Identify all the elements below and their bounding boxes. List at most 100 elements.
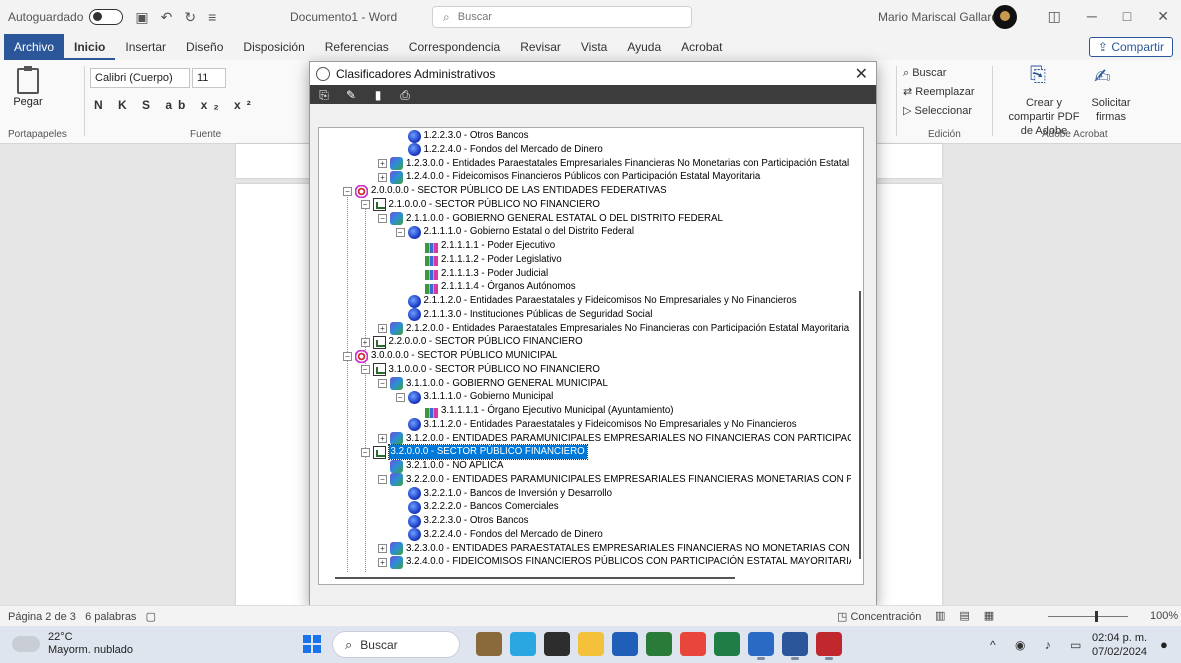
- search-input[interactable]: ⌕ Buscar: [432, 6, 692, 28]
- tree-node[interactable]: − 3.1.1.0.0 - GOBIERNO GENERAL MUNICIPAL: [378, 377, 608, 391]
- autosave-toggle[interactable]: [89, 9, 124, 25]
- maximize-icon[interactable]: □: [1123, 8, 1131, 25]
- tree-node-label[interactable]: 2.1.1.1.4 - Órganos Autónomos: [441, 280, 576, 294]
- notification-icon[interactable]: ●: [1160, 637, 1168, 652]
- tree-node[interactable]: − 3.2.0.0.0 - SECTOR PÚBLICO FINANCIERO: [360, 444, 588, 461]
- tree-node-label[interactable]: 3.0.0.0.0 - SECTOR PÚBLICO MUNICIPAL: [371, 349, 557, 363]
- tree-node-label[interactable]: 1.2.2.3.0 - Otros Bancos: [424, 129, 529, 143]
- find-button[interactable]: ⌕ Buscar: [903, 64, 975, 83]
- replace-button[interactable]: ⇄ Reemplazar: [903, 83, 975, 102]
- tree-node[interactable]: +2.2.0.0.0 - SECTOR PÚBLICO FINANCIERO: [360, 335, 583, 349]
- edit-icon[interactable]: ✎: [345, 88, 357, 102]
- delete-icon[interactable]: ▮: [372, 88, 384, 102]
- tree-node-label[interactable]: 3.2.2.3.0 - Otros Bancos: [424, 514, 529, 528]
- new-icon[interactable]: ⎘: [318, 88, 330, 102]
- tree-node-label[interactable]: 1.2.4.0.0 - Fideicomisos Financieros Púb…: [406, 170, 760, 184]
- expand-icon[interactable]: +: [378, 434, 387, 443]
- tab-revisar[interactable]: Revisar: [510, 34, 571, 60]
- save-icon[interactable]: ▣: [135, 9, 148, 26]
- share-button[interactable]: ⇪ Compartir: [1088, 37, 1173, 57]
- tree-node[interactable]: − 2.1.1.0.0 - GOBIERNO GENERAL ESTATAL O …: [378, 212, 723, 226]
- undo-icon[interactable]: ↶: [161, 9, 173, 26]
- tree-node-label[interactable]: 3.1.1.2.0 - Entidades Paraestatales y Fi…: [424, 418, 797, 432]
- print-icon[interactable]: ⎙: [399, 88, 411, 102]
- app-icon[interactable]: [748, 632, 774, 660]
- redo-icon[interactable]: ↻: [184, 9, 196, 26]
- collapse-icon[interactable]: −: [378, 475, 387, 485]
- tree-node-label[interactable]: 2.0.0.0.0 - SECTOR PÚBLICO DE LAS ENTIDA…: [371, 184, 667, 198]
- ribbon-display-icon[interactable]: ◫: [1048, 8, 1061, 25]
- tab-diseno[interactable]: Diseño: [176, 34, 233, 60]
- tree-node[interactable]: − 2.1.0.0.0 - SECTOR PÚBLICO NO FINANCIER…: [360, 198, 600, 212]
- weather-widget[interactable]: 22°C Mayorm. nublado: [12, 631, 133, 657]
- app-icon[interactable]: [510, 632, 536, 656]
- tree-node-label[interactable]: 3.2.2.2.0 - Bancos Comerciales: [424, 500, 559, 514]
- tree-node-label[interactable]: 3.2.0.0.0 - SECTOR PÚBLICO FINANCIERO: [387, 444, 588, 461]
- font-name-select[interactable]: Calibri (Cuerpo): [90, 68, 190, 88]
- app-icon[interactable]: [646, 632, 672, 656]
- tree-node[interactable]: 3.2.2.2.0 - Bancos Comerciales: [396, 500, 559, 514]
- tree-node[interactable]: +1.2.4.0.0 - Fideicomisos Financieros Pú…: [378, 170, 760, 184]
- tree-node[interactable]: 2.1.1.3.0 - Instituciones Públicas de Se…: [396, 308, 653, 322]
- tree-node-label[interactable]: 2.1.0.0.0 - SECTOR PÚBLICO NO FINANCIERO: [389, 198, 600, 212]
- tree-node-label[interactable]: 3.1.0.0.0 - SECTOR PÚBLICO NO FINANCIERO: [389, 363, 600, 377]
- tree-node-label[interactable]: 3.1.1.1.1 - Órgano Ejecutivo Municipal (…: [441, 404, 673, 418]
- tree-node[interactable]: − 3.0.0.0.0 - SECTOR PÚBLICO MUNICIPAL: [343, 349, 557, 363]
- tree-node[interactable]: 3.2.1.0.0 - NO APLICA: [378, 459, 503, 473]
- collapse-icon[interactable]: −: [378, 379, 387, 388]
- tab-referencias[interactable]: Referencias: [315, 34, 399, 60]
- tree-node-label[interactable]: 3.1.1.0.0 - GOBIERNO GENERAL MUNICIPAL: [406, 377, 608, 391]
- acrobat-icon[interactable]: [816, 632, 842, 660]
- tree-node[interactable]: 2.1.1.2.0 - Entidades Paraestatales y Fi…: [396, 294, 797, 308]
- horizontal-scroll-thumb[interactable]: [335, 577, 735, 579]
- tree-node[interactable]: 1.2.2.3.0 - Otros Bancos: [396, 129, 529, 143]
- tree-node-label[interactable]: 3.2.2.4.0 - Fondos del Mercado de Dinero: [424, 528, 603, 542]
- tab-insertar[interactable]: Insertar: [115, 34, 176, 60]
- tree-node[interactable]: +3.2.4.0.0 - FIDEICOMISOS FINANCIEROS PÚ…: [378, 555, 851, 569]
- tree-node[interactable]: − 3.1.0.0.0 - SECTOR PÚBLICO NO FINANCIER…: [360, 363, 600, 377]
- tab-acrobat[interactable]: Acrobat: [671, 34, 732, 60]
- format-buttons[interactable]: N K S ab x₂ x²: [94, 98, 257, 112]
- tree-node-label[interactable]: 3.2.2.0.0 - ENTIDADES PARAMUNICIPALES EM…: [406, 473, 851, 487]
- collapse-icon[interactable]: −: [360, 365, 370, 375]
- request-signature-icon[interactable]: ✍: [1094, 64, 1111, 89]
- expand-icon[interactable]: +: [378, 557, 387, 567]
- tab-inicio[interactable]: Inicio: [64, 34, 116, 60]
- excel-icon[interactable]: [714, 632, 740, 656]
- tree-node[interactable]: +3.2.3.0.0 - ENTIDADES PARAESTATALES EMP…: [378, 542, 851, 556]
- tab-disposicion[interactable]: Disposición: [233, 34, 314, 60]
- tree-node-label[interactable]: 2.1.1.3.0 - Instituciones Públicas de Se…: [424, 308, 653, 322]
- tree-node-label[interactable]: 3.2.4.0.0 - FIDEICOMISOS FINANCIEROS PÚB…: [406, 555, 851, 569]
- chrome-icon[interactable]: [680, 632, 706, 656]
- tree-node-label[interactable]: 2.2.0.0.0 - SECTOR PÚBLICO FINANCIERO: [389, 335, 583, 349]
- tree-node-label[interactable]: 2.1.1.1.2 - Poder Legislativo: [441, 253, 562, 267]
- tree-node[interactable]: − 3.1.1.1.0 - Gobierno Municipal: [395, 390, 554, 404]
- tree-node[interactable]: 2.1.1.1.1 - Poder Ejecutivo: [413, 239, 555, 253]
- tree-node-label[interactable]: 3.1.1.1.0 - Gobierno Municipal: [424, 390, 554, 404]
- dialog-close-button[interactable]: ✕: [855, 64, 868, 84]
- close-window-icon[interactable]: ✕: [1157, 8, 1169, 25]
- request-signatures-button[interactable]: Solicitar firmas: [1086, 96, 1136, 124]
- tree-node-label[interactable]: 2.1.1.1.0 - Gobierno Estatal o del Distr…: [424, 225, 635, 239]
- tree-node-label[interactable]: 2.1.1.2.0 - Entidades Paraestatales y Fi…: [424, 294, 797, 308]
- tree-node-label[interactable]: 3.2.1.0.0 - NO APLICA: [406, 459, 503, 473]
- file-explorer-icon[interactable]: [578, 632, 604, 656]
- tree-node-label[interactable]: 2.1.1.0.0 - GOBIERNO GENERAL ESTATAL O D…: [406, 212, 723, 226]
- tree-node-label[interactable]: 3.1.2.0.0 - ENTIDADES PARAMUNICIPALES EM…: [406, 432, 851, 446]
- font-size-select[interactable]: 11: [192, 68, 226, 88]
- tree-node-label[interactable]: 2.1.2.0.0 - Entidades Paraestatales Empr…: [406, 322, 849, 336]
- collapse-icon[interactable]: −: [343, 186, 352, 196]
- create-pdf-icon[interactable]: ⎘: [1030, 64, 1046, 87]
- tree-view[interactable]: 1.2.2.3.0 - Otros Bancos 1.2.2.4.0 - Fond…: [319, 128, 851, 572]
- taskbar-search[interactable]: ⌕ Buscar: [332, 631, 460, 658]
- expand-icon[interactable]: +: [378, 159, 387, 168]
- collapse-icon[interactable]: −: [395, 392, 405, 402]
- zoom-level[interactable]: 100%: [1150, 610, 1178, 622]
- tree-node[interactable]: +2.1.2.0.0 - Entidades Paraestatales Emp…: [378, 322, 849, 336]
- task-view-icon[interactable]: [544, 632, 570, 656]
- collapse-icon[interactable]: −: [343, 351, 352, 361]
- tree-node[interactable]: − 2.1.1.1.0 - Gobierno Estatal o del Dist…: [395, 225, 635, 239]
- tree-node[interactable]: 2.1.1.1.4 - Órganos Autónomos: [413, 280, 576, 294]
- tree-node[interactable]: − 2.0.0.0.0 - SECTOR PÚBLICO DE LAS ENTID…: [343, 184, 667, 198]
- photos-app-icon[interactable]: [476, 632, 502, 656]
